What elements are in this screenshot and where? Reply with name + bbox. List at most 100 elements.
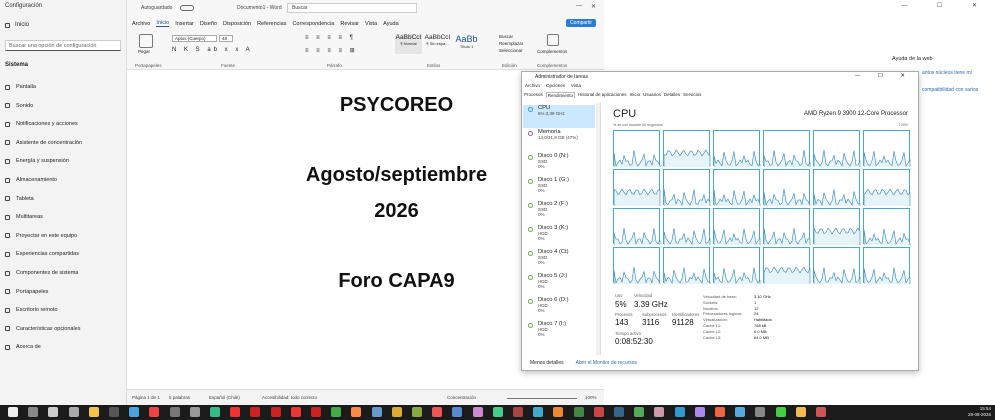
taskbar-app-icon[interactable] [290,407,301,417]
perf-item[interactable]: Disco 4 (Ct) SSD 0% [523,249,595,272]
align-buttons[interactable]: ≡ ≡ ≡ ≡ ⊞ [305,47,358,54]
taskbar-app-icon[interactable] [149,407,160,417]
menu-tab[interactable]: Inicio [156,20,170,27]
taskbar-app-icon[interactable] [735,407,746,417]
taskbar-app-icon[interactable] [775,407,786,417]
autosave-toggle[interactable] [180,5,194,11]
settings-item[interactable]: Características opcionales [5,326,81,332]
taskbar-app-icon[interactable] [816,407,826,417]
tm-menu-item[interactable]: Opciones [546,83,565,88]
taskbar-app-icon[interactable] [614,407,624,417]
tm-tab[interactable]: Detalles [664,92,680,98]
taskbar-app-icon[interactable] [492,407,503,417]
taskbar-app-icon[interactable] [391,407,402,417]
replace-button[interactable]: Reemplazar [499,40,523,47]
paragraph-buttons[interactable]: ≡ ≡ ≡ ≡ ¶ [305,35,356,41]
settings-search-input[interactable]: Buscar una opción de configuración [5,40,121,51]
perf-item[interactable]: Disco 3 (K:) HDD 0% [523,225,595,248]
settings-item[interactable]: Notificaciones y acciones [5,121,78,127]
perf-item[interactable]: Disco 5 (J:) HDD 0% [523,273,595,296]
taskbar-app-icon[interactable] [68,407,79,417]
taskbar-app-icon[interactable] [230,407,241,417]
taskbar-app-icon[interactable] [593,407,604,417]
tm-tab[interactable]: Procesos [524,92,543,98]
style-option[interactable]: AaBbCcI ¶ Normal [395,34,422,54]
perf-item[interactable]: Disco 7 (I:) HDD 0% [523,321,595,344]
taskbar-app-icon[interactable] [654,407,665,417]
menu-tab[interactable]: Correspondencia [292,21,334,27]
taskbar-app-icon[interactable] [634,407,645,417]
window-controls[interactable]: — ☐ ✕ [901,2,991,9]
taskbar-app-icon[interactable] [795,407,806,417]
taskbar-app-icon[interactable] [169,407,180,417]
taskbar-app-icon[interactable] [533,407,544,417]
word-search-input[interactable]: Buscar [287,3,417,13]
perf-item[interactable]: CPU 5% 3,39 GHz [523,105,595,128]
settings-home[interactable]: Inicio [5,22,29,28]
resource-monitor-link[interactable]: Abrir el Monitor de recursos [576,360,637,366]
zoom-slider[interactable] [507,398,577,399]
taskbar-app-icon[interactable] [210,407,220,417]
taskbar-app-icon[interactable] [553,407,564,417]
taskbar-app-icon[interactable] [88,407,99,417]
taskbar-app-icon[interactable] [573,407,584,417]
font-select[interactable]: Aptos (Cuerpo) [172,35,217,42]
menu-tab[interactable]: Vista [365,21,377,27]
settings-item[interactable]: Energía y suspensión [5,158,69,164]
menu-tab[interactable]: Archivo [132,21,150,27]
taskbar-app-icon[interactable] [270,407,281,417]
format-buttons[interactable]: N K S ab x x A [172,47,253,53]
taskbar-clock[interactable]: 15:54 28-08-2026 [968,406,991,418]
web-link-1[interactable]: antos núcleos tiene mi [922,70,972,76]
menu-tab[interactable]: Ayuda [383,21,399,27]
settings-item[interactable]: Portapapeles [5,289,48,295]
status-zoom[interactable]: 100% [585,395,597,400]
complements-icon[interactable] [547,34,559,46]
taskbar-app-icon[interactable] [250,407,261,417]
status-focus[interactable]: Concentración [447,395,476,400]
taskbar-app-icon[interactable] [432,407,443,417]
settings-item[interactable]: Multitareas [5,214,43,220]
menu-tab[interactable]: Revisar [340,21,359,27]
perf-item[interactable]: Disco 2 (F:) SSD 0% [523,201,595,224]
find-button[interactable]: Buscar [499,33,523,40]
taskbar-app-icon[interactable] [694,407,705,417]
perf-item[interactable]: Disco 6 (D:) HDD 0% [523,297,595,320]
minimize-icon[interactable]: — [576,3,582,9]
settings-item[interactable]: Sonido [5,103,33,109]
menu-tab[interactable]: Insertar [175,21,194,27]
taskbar-app-icon[interactable] [513,407,523,417]
style-option[interactable]: AaBbCcI ¶ Sin espa... [424,34,451,54]
menu-tab[interactable]: Diseño [200,21,217,27]
settings-item[interactable]: Asistente de concentración [5,140,82,146]
settings-item[interactable]: Tableta [5,196,34,202]
taskbar-app-icon[interactable] [715,407,725,417]
settings-item[interactable]: Pantalla [5,84,36,90]
tm-tab[interactable]: Historial de aplicaciones [578,92,627,98]
taskbar-app-icon[interactable] [674,407,685,417]
settings-item[interactable]: Almacenamiento [5,177,57,183]
taskbar-app-icon[interactable] [48,407,59,417]
menu-tab[interactable]: Disposición [223,21,251,27]
complements-button[interactable]: Complementos [537,49,567,54]
taskbar-app-icon[interactable] [129,407,140,417]
tm-tab[interactable]: Usuarios [643,92,661,98]
settings-item[interactable]: Proyectar en este equipo [5,233,77,239]
settings-item[interactable]: Acerca de [5,344,41,350]
taskbar-app-icon[interactable] [109,407,119,417]
taskbar-app-icon[interactable] [472,407,483,417]
font-size-select[interactable]: 48 [219,35,233,42]
taskbar-app-icon[interactable] [351,407,362,417]
share-button[interactable]: Compartir [566,19,596,27]
tm-tab[interactable]: Rendimiento [545,92,576,98]
tm-menu-item[interactable]: Vista [571,83,581,88]
taskbar-app-icon[interactable] [755,407,766,417]
close-icon[interactable]: ✕ [591,3,596,10]
taskbar-app-icon[interactable] [452,407,463,417]
perf-item[interactable]: Disco 0 (N:) SSD 0% [523,153,595,176]
status-access[interactable]: Accesibilidad: todo correcto [262,395,317,400]
perf-item[interactable]: Disco 1 (G:) SSD 0% [523,177,595,200]
menu-tab[interactable]: Referencias [257,21,286,27]
tm-tab[interactable]: Servicios [683,92,701,98]
paste-icon[interactable] [139,34,153,48]
